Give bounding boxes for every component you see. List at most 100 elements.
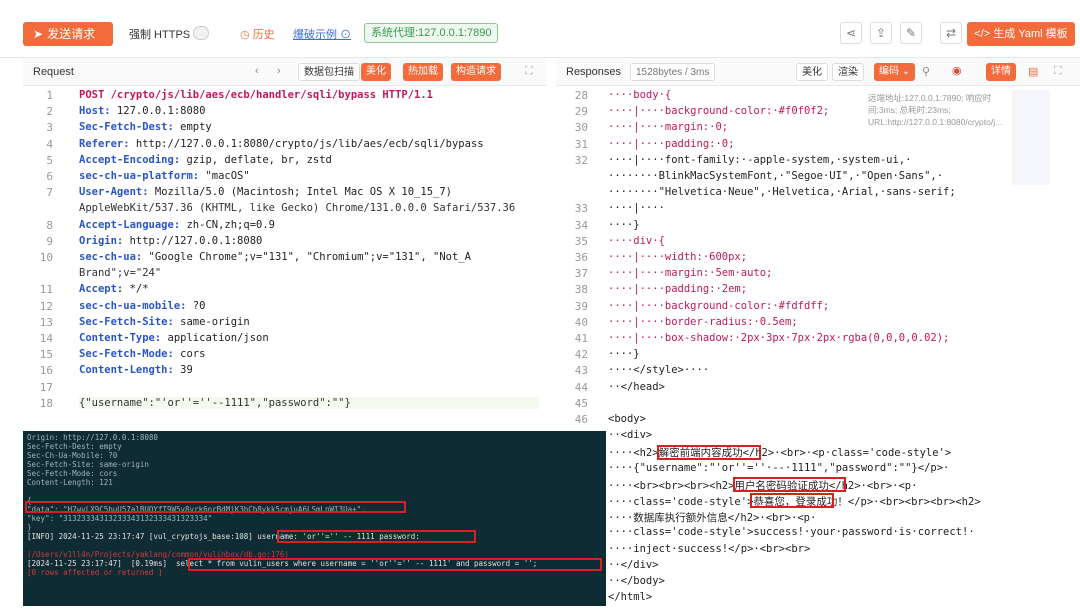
terminal-output: Origin: http://127.0.0.1:8080 Sec-Fetch-D… xyxy=(23,431,606,606)
response-line: ····|···· xyxy=(608,202,665,215)
request-line: POST /crypto/js/lib/aes/ecb/handler/sqli… xyxy=(79,89,434,101)
line-number: 41 xyxy=(574,332,588,345)
top-toolbar: ➤ 发送请求 强制 HTTPS ◷ 历史 爆破示例 ⊙ 系统代理:127.0.0.… xyxy=(0,0,1080,58)
edit-icon[interactable]: ✎ xyxy=(900,22,922,44)
send-label: 发送请求 xyxy=(47,27,96,41)
line-number: 38 xyxy=(574,283,588,297)
packet-scan-button[interactable]: 数据包扫描 xyxy=(298,63,360,81)
response-title: Responses xyxy=(566,66,622,78)
terminal-line: Sec-Fetch-Dest: empty xyxy=(27,442,122,451)
request-line: Referer: http://127.0.0.1:8080/crypto/js… xyxy=(79,137,484,150)
beautify-button[interactable]: 美化 xyxy=(361,63,391,81)
next-arrow-icon[interactable]: › xyxy=(277,65,281,77)
response-line: ····</style>···· xyxy=(608,364,710,377)
request-line: Accept-Encoding: gzip, deflate, br, zstd xyxy=(79,153,332,166)
line-number: 40 xyxy=(574,315,588,329)
line-number: 43 xyxy=(574,364,588,378)
send-request-button[interactable]: ➤ 发送请求 xyxy=(23,22,113,46)
line-number: 12 xyxy=(39,299,53,313)
terminal-line: Content-Length: 121 xyxy=(27,478,113,487)
details-button[interactable]: 详情 xyxy=(986,63,1016,81)
encode-label: 编码 xyxy=(879,66,899,77)
line-number: 4 xyxy=(46,137,53,151)
request-line: Accept-Language: zh-CN,zh;q=0.9 xyxy=(79,218,275,231)
request-line: Accept: */* xyxy=(79,283,149,296)
response-line: </html> xyxy=(608,591,653,604)
swap-icon[interactable]: ⇄ xyxy=(940,22,962,44)
response-line: ····{"username":"'or''=''·--·1111","pass… xyxy=(608,461,950,474)
line-number: 39 xyxy=(574,299,588,313)
response-line: ····inject·success!</p>·<br><br> xyxy=(608,542,811,555)
line-number: 5 xyxy=(46,153,53,167)
line-number: 44 xyxy=(574,380,588,394)
request-line: Sec-Fetch-Dest: empty xyxy=(79,121,212,134)
proxy-badge[interactable]: 系统代理:127.0.0.1:7890 xyxy=(364,23,499,43)
line-number: 28 xyxy=(574,89,588,102)
highlight-sql xyxy=(188,558,602,571)
brute-example-link[interactable]: 爆破示例 ⊙ xyxy=(293,26,351,42)
request-line: Sec-Fetch-Site: same-origin xyxy=(79,315,250,328)
encode-button[interactable]: 编码 ⌄ xyxy=(874,63,916,81)
share-icon[interactable]: ⋖ xyxy=(840,22,862,44)
line-number: 42 xyxy=(574,348,588,362)
line-number: 45 xyxy=(574,396,588,410)
request-title: Request xyxy=(33,66,74,78)
fullscreen-icon[interactable]: ⛶ xyxy=(1054,65,1062,78)
line-number: 1 xyxy=(46,89,53,102)
terminal-line: Sec-Fetch-Site: same-origin xyxy=(27,460,149,469)
line-number: 37 xyxy=(574,267,588,281)
response-line: ····body·{ xyxy=(608,89,672,101)
yaml-label: 生成 Yaml 模板 xyxy=(993,28,1068,40)
build-request-button[interactable]: 构造请求 xyxy=(451,63,501,81)
chrome-icon[interactable]: ◉ xyxy=(952,64,962,77)
prev-arrow-icon[interactable]: ‹ xyxy=(255,65,259,77)
response-line: ··<div> xyxy=(608,429,653,442)
render-button[interactable]: 渲染 xyxy=(832,63,864,81)
code-icon: </> xyxy=(974,28,994,40)
line-number: 13 xyxy=(39,315,53,329)
request-line: Sec-Fetch-Mode: cors xyxy=(79,348,206,361)
response-line: ····|····padding:·0; xyxy=(608,137,735,150)
response-line: ··</head> xyxy=(608,380,665,393)
line-number: 9 xyxy=(46,234,53,248)
terminal-line: "key": "31323334313233343132333431323334… xyxy=(27,514,213,523)
beautify-response-button[interactable]: 美化 xyxy=(796,63,828,81)
response-editor[interactable]: 28 ····body·{29 ····|····background-color:… xyxy=(556,88,1080,608)
minimap[interactable] xyxy=(1012,90,1050,185)
line-number: 18 xyxy=(39,396,53,410)
line-number: 34 xyxy=(574,218,588,232)
response-line: ····} xyxy=(608,218,640,231)
history-label: 历史 xyxy=(252,29,275,41)
highlight-data xyxy=(25,501,406,513)
response-line: ····|····box-shadow:·2px·3px·7px·2px·rgb… xyxy=(608,332,950,344)
line-number: 33 xyxy=(574,202,588,216)
hot-reload-button[interactable]: 热加载 xyxy=(403,63,443,81)
request-line: Content-Length: 39 xyxy=(79,364,193,377)
request-editor[interactable]: 1 POST /crypto/js/lib/aes/ecb/handler/sql… xyxy=(23,88,546,428)
example-label: 爆破示例 xyxy=(293,29,337,41)
line-number: 15 xyxy=(39,348,53,362)
expand-icon[interactable]: ⛶ xyxy=(525,65,533,78)
generate-yaml-button[interactable]: </> 生成 Yaml 模板 xyxy=(967,22,1075,46)
terminal-line: Sec-Fetch-Mode: cors xyxy=(27,469,118,478)
highlight-verify xyxy=(733,477,846,492)
response-line: ····} xyxy=(608,348,640,361)
response-line: ····class='code-style'>success!·your·pas… xyxy=(608,526,975,539)
line-number: 36 xyxy=(574,251,588,264)
line-number: 6 xyxy=(46,170,53,183)
response-line: ········BlinkMacSystemFont,·"Segoe·UI",·… xyxy=(608,170,944,182)
response-line: ····|····background-color:·#fdfdff; xyxy=(608,299,830,312)
search-icon[interactable]: ⚲ xyxy=(922,65,930,78)
force-https-toggle[interactable] xyxy=(193,26,209,40)
history-button[interactable]: ◷ 历史 xyxy=(240,26,275,42)
response-line: ··</div> xyxy=(608,558,659,571)
response-line: ····|····font-family:·-apple-system,·sys… xyxy=(608,153,912,166)
request-header: Request ‹ › 数据包扫描 美化 热加载 构造请求 ⛶ xyxy=(23,58,546,86)
request-line: {"username":"'or''=''--1111","password":… xyxy=(79,396,539,409)
line-number: 10 xyxy=(39,251,53,264)
line-number: 17 xyxy=(39,380,53,394)
export-icon[interactable]: ⇪ xyxy=(870,22,892,44)
line-number: 46 xyxy=(574,413,588,426)
comment-icon[interactable]: ▤ xyxy=(1028,65,1038,78)
